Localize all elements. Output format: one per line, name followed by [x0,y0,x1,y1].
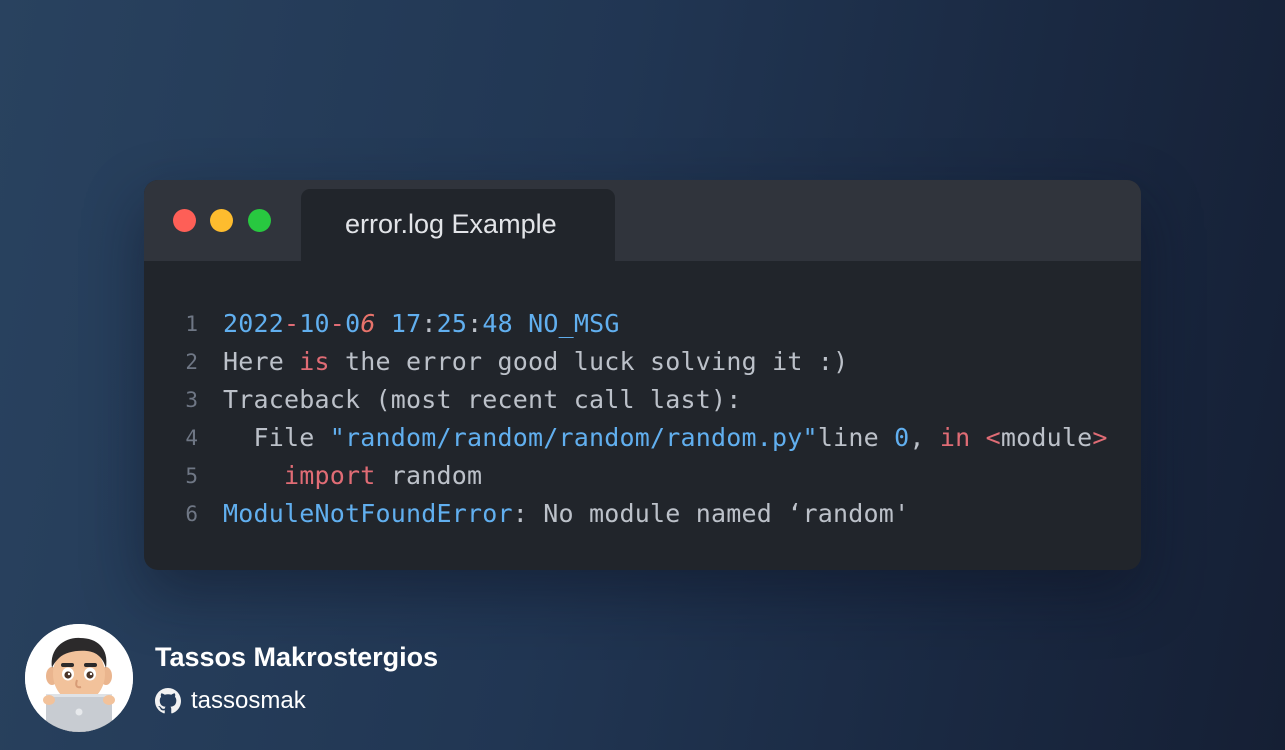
code-token: in [939,423,971,452]
close-window-button[interactable] [173,209,196,232]
code-token: the error good luck solving it :) [329,347,849,376]
code-token: line [817,423,895,452]
code-line: 2 Here is the error good luck solving it … [144,343,1141,381]
line-content: import random [223,457,482,495]
code-token: 2022 [223,309,285,338]
code-token: is [299,347,330,376]
code-token: ModuleNotFoundError [223,499,513,528]
code-line: 3 Traceback (most recent call last): [144,381,1141,419]
github-icon [155,688,181,714]
code-window: error.log Example 1 2022-10-06 17:25:48 N… [144,180,1141,570]
code-token: Here [223,347,300,376]
tab-title: error.log Example [345,209,557,239]
code-token: 10 [299,309,330,338]
line-content: Traceback (most recent call last): [223,381,742,419]
code-token: < [985,423,1001,452]
code-token: 25 [436,309,468,338]
code-token: "random/random/random/random.py" [329,423,818,452]
code-token: Traceback (most recent call last): [223,385,742,414]
author-name: Tassos Makrostergios [155,642,439,672]
code-line: 6 ModuleNotFoundError: No module named ‘r… [144,495,1141,533]
memoji-avatar-icon [25,624,133,732]
code-line: 4 File "random/random/random/random.py"l… [144,419,1141,457]
line-content: 2022-10-06 17:25:48 NO_MSG [223,305,620,343]
code-token: 48 NO_MSG [482,309,620,338]
line-number: 1 [185,312,198,336]
code-line: 5 import random [144,457,1141,495]
line-number: 5 [185,464,198,488]
maximize-window-button[interactable] [248,209,271,232]
author-handle: tassosmak [191,687,306,714]
line-content: ModuleNotFoundError: No module named ‘ra… [223,495,909,533]
code-token: random [375,461,483,490]
code-token: : [421,309,437,338]
code-token: 0 [345,309,361,338]
code-token: - [284,309,300,338]
tab-error-log[interactable]: error.log Example [301,189,615,261]
code-token: : No module named ‘random' [512,499,910,528]
line-number: 6 [185,502,198,526]
code-editor: 1 2022-10-06 17:25:48 NO_MSG 2 Here is the … [144,305,1141,533]
code-token: import [284,461,376,490]
code-line: 1 2022-10-06 17:25:48 NO_MSG [144,305,1141,343]
line-content: Here is the error good luck solving it :… [223,343,848,381]
window-titlebar: error.log Example [144,180,1141,261]
code-token: , [909,423,940,452]
code-token: 17 [375,309,422,338]
code-token: > [1092,423,1108,452]
code-token: module [1000,423,1093,452]
code-token: : [467,309,483,338]
line-number: 3 [185,388,198,412]
code-token: File [223,423,330,452]
code-token: 0 [894,423,910,452]
line-number: 4 [185,426,198,450]
line-number: 2 [185,350,198,374]
line-content: File "random/random/random/random.py"lin… [223,419,1108,457]
code-token: - [329,309,346,338]
code-token: 6 [360,309,376,338]
minimize-window-button[interactable] [210,209,233,232]
